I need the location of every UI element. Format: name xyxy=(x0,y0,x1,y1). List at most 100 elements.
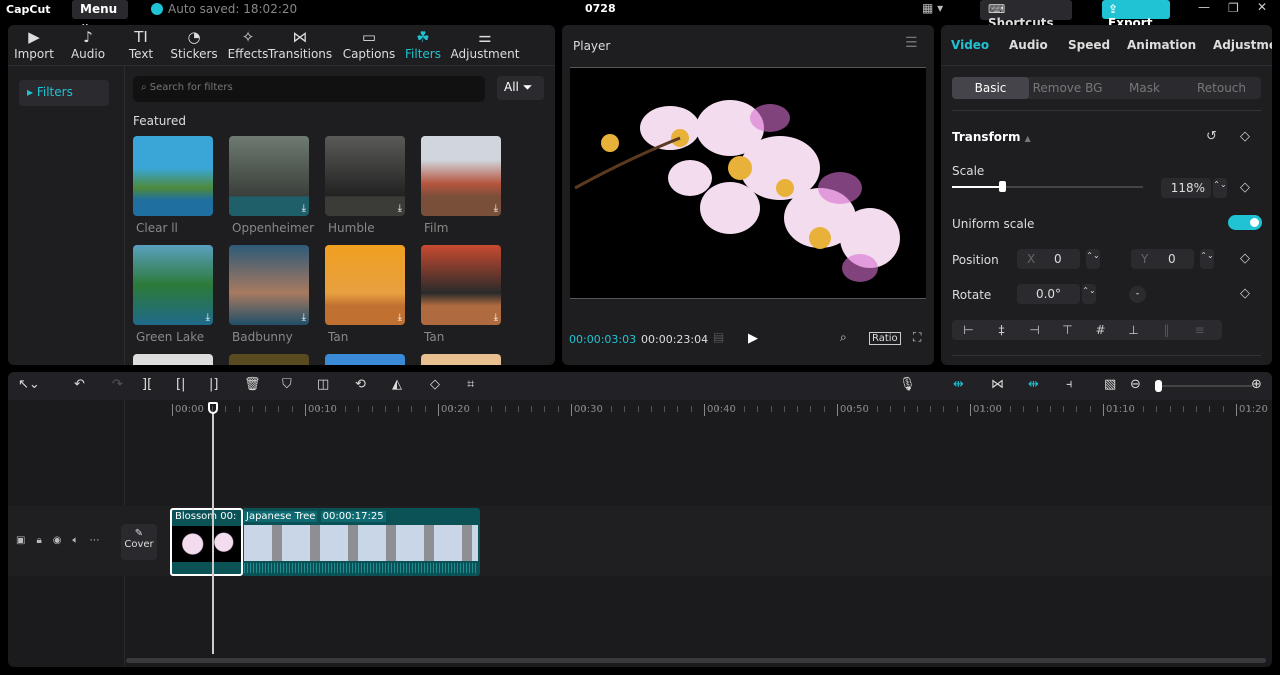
subtab-basic[interactable]: Basic xyxy=(952,77,1029,99)
filter-thumbnail[interactable]: ⤓ xyxy=(133,245,213,325)
filter-all-dropdown[interactable]: All ⏷ xyxy=(497,76,544,100)
redo-icon[interactable]: ↷ xyxy=(112,377,123,392)
export-button[interactable]: ⇪ Export xyxy=(1102,0,1170,30)
inspector-tab-adjustment[interactable]: Adjustment xyxy=(1213,38,1272,52)
split-view-icon[interactable]: ⫞ xyxy=(1066,377,1073,392)
search-input[interactable]: ⌕ Search for filters xyxy=(133,76,485,102)
tab-transitions[interactable]: ⋈ Transitions xyxy=(268,27,332,61)
inspector-tab-speed[interactable]: Speed xyxy=(1068,38,1110,52)
align-center-h-icon[interactable]: ‡ xyxy=(985,323,1018,337)
rotate-icon[interactable]: ◇ xyxy=(430,377,440,392)
subtab-mask[interactable]: Mask xyxy=(1106,77,1183,99)
zoom-out-icon[interactable]: ⊖ xyxy=(1130,377,1141,392)
undo-icon[interactable]: ↶ xyxy=(74,377,85,392)
crop-icon[interactable]: ⌗ xyxy=(467,377,474,392)
volume-icon[interactable]: 🔈︎ xyxy=(73,535,79,546)
timeline-zoom-slider[interactable] xyxy=(1155,380,1252,392)
align-top-icon[interactable]: ⊤ xyxy=(1051,323,1084,337)
reset-icon[interactable]: ↺ xyxy=(1206,129,1217,144)
rotate-stepper[interactable]: ⌃⌄ xyxy=(1082,284,1096,304)
delete-icon[interactable]: 🗑︎ xyxy=(244,377,261,392)
tab-audio[interactable]: ♪ Audio xyxy=(58,27,118,61)
inspector-tab-audio[interactable]: Audio xyxy=(1009,38,1048,52)
shortcuts-button[interactable]: ⌨ Shortcuts xyxy=(980,0,1072,30)
split-right-icon[interactable]: |] xyxy=(209,377,218,392)
filter-thumbnail[interactable] xyxy=(421,354,501,365)
horizontal-scrollbar[interactable] xyxy=(126,658,1266,663)
distribute-v-icon[interactable]: ≡ xyxy=(1183,323,1216,337)
download-icon[interactable]: ⤓ xyxy=(302,312,306,323)
download-icon[interactable]: ⤓ xyxy=(302,203,306,214)
playhead-handle[interactable] xyxy=(208,402,218,414)
distribute-h-icon[interactable]: ‖ xyxy=(1150,323,1183,337)
tab-import[interactable]: ▶ Import xyxy=(8,27,64,61)
snap-icon[interactable]: ⋈ xyxy=(991,377,1004,392)
maximize-button[interactable]: ❐ xyxy=(1228,1,1239,15)
align-center-v-icon[interactable]: # xyxy=(1084,323,1117,337)
position-y-stepper[interactable]: ⌃⌄ xyxy=(1200,249,1214,269)
download-icon[interactable]: ⤓ xyxy=(398,203,402,214)
inspector-tab-animation[interactable]: Animation xyxy=(1127,38,1196,52)
filter-thumbnail[interactable] xyxy=(229,354,309,365)
filter-thumbnail[interactable]: ⤓ xyxy=(229,245,309,325)
more-icon[interactable]: ⋯ xyxy=(90,535,100,546)
marker-icon[interactable]: ⛉ xyxy=(282,377,292,392)
filter-thumbnail[interactable]: ⤓ xyxy=(325,245,405,325)
keyframe-position-icon[interactable]: ◇ xyxy=(1240,251,1250,266)
keyframe-transform-icon[interactable]: ◇ xyxy=(1240,129,1250,144)
subtab-remove-bg[interactable]: Remove BG xyxy=(1029,77,1106,99)
track-video-icon[interactable]: ▣ xyxy=(16,535,25,546)
filter-thumbnail[interactable] xyxy=(133,136,213,216)
scale-input[interactable]: 118% xyxy=(1161,178,1211,198)
fullscreen-icon[interactable]: ⛶ xyxy=(913,330,921,345)
zoom-fit-icon[interactable]: ⌕ xyxy=(840,330,847,345)
lock-icon[interactable]: 🔒︎ xyxy=(36,535,41,546)
tab-captions[interactable]: ▭ Captions xyxy=(339,27,399,61)
player-menu-icon[interactable]: ☰ xyxy=(905,35,918,51)
clip-japanese-tree[interactable]: Japanese Tree 00:00:17:25 xyxy=(242,508,480,576)
filter-thumbnail[interactable] xyxy=(133,354,213,365)
download-icon[interactable]: ⤓ xyxy=(206,312,210,323)
filter-thumbnail[interactable] xyxy=(325,354,405,365)
menu-button[interactable]: Menu ⌄ xyxy=(72,0,128,30)
align-left-icon[interactable]: ⊢ xyxy=(952,323,985,337)
align-bottom-icon[interactable]: ⊥ xyxy=(1117,323,1150,337)
filter-thumbnail[interactable]: ⤓ xyxy=(325,136,405,216)
playhead[interactable] xyxy=(212,402,214,654)
inspector-tab-video[interactable]: Video xyxy=(951,38,989,52)
play-button[interactable]: ▶ xyxy=(748,331,758,346)
ratio-button[interactable]: Ratio xyxy=(869,332,901,345)
reverse-icon[interactable]: ⟲ xyxy=(355,377,366,392)
download-icon[interactable]: ⤓ xyxy=(398,312,402,323)
select-icon[interactable]: ↖⌄ xyxy=(18,377,40,392)
minimize-button[interactable]: — xyxy=(1198,0,1210,14)
split-left-icon[interactable]: [| xyxy=(176,377,185,392)
filter-thumbnail[interactable]: ⤓ xyxy=(421,245,501,325)
filter-thumbnail[interactable]: ⤓ xyxy=(421,136,501,216)
download-icon[interactable]: ⤓ xyxy=(494,203,498,214)
keyframe-rotate-icon[interactable]: ◇ xyxy=(1240,286,1250,301)
tab-stickers[interactable]: ◔ Stickers xyxy=(164,27,224,61)
rotate-input[interactable]: 0.0° xyxy=(1017,284,1080,304)
position-y-input[interactable]: Y0 xyxy=(1131,249,1194,269)
uniform-scale-toggle[interactable] xyxy=(1228,215,1262,230)
microphone-icon[interactable]: 🎙︎ xyxy=(899,377,916,392)
tab-adjustment[interactable]: ⚌ Adjustment xyxy=(451,27,520,61)
eye-icon[interactable]: ◉ xyxy=(53,535,62,546)
tab-text[interactable]: TI Text xyxy=(111,27,171,61)
freeze-icon[interactable]: ◫ xyxy=(317,377,329,392)
position-x-stepper[interactable]: ⌃⌄ xyxy=(1086,249,1100,269)
preview-icon[interactable]: ▧ xyxy=(1104,377,1116,392)
split-icon[interactable]: ][ xyxy=(142,377,152,392)
rotate-dial[interactable]: - xyxy=(1129,286,1146,303)
link-main-track-icon[interactable]: ⇹ xyxy=(953,377,964,392)
scale-stepper[interactable]: ⌃⌄ xyxy=(1213,178,1227,198)
filter-thumbnail[interactable]: ⤓ xyxy=(229,136,309,216)
layout-icon[interactable]: ▦ ▾ xyxy=(922,1,943,15)
scale-slider[interactable] xyxy=(952,181,1143,192)
mirror-icon[interactable]: ◭ xyxy=(392,377,402,392)
sidebar-item-filters[interactable]: ▸ Filters xyxy=(19,80,109,106)
keyframe-scale-icon[interactable]: ◇ xyxy=(1240,180,1250,195)
clip-blossom[interactable]: Blossom 00: xyxy=(170,508,243,576)
subtab-retouch[interactable]: Retouch xyxy=(1183,77,1260,99)
